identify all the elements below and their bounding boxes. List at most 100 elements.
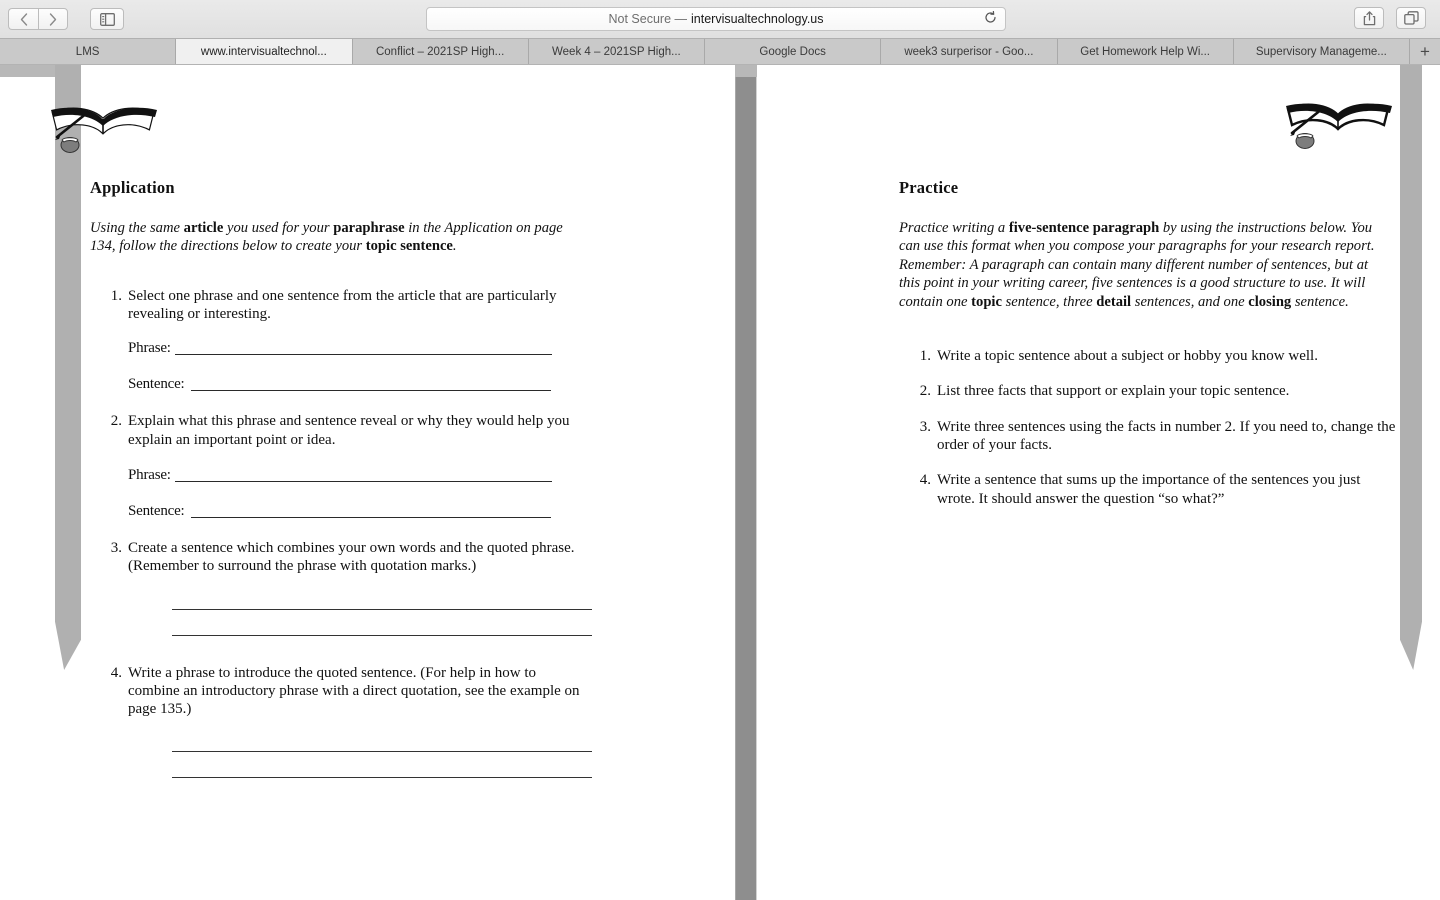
intro-bold-topic-sentence: topic sentence xyxy=(365,238,453,255)
list-item: 3. Create a sentence which combines your… xyxy=(90,539,592,636)
fill-in-rule[interactable] xyxy=(172,777,592,779)
toolbar-right-buttons xyxy=(1354,7,1430,29)
share-icon xyxy=(1363,10,1375,25)
intro-part-5: sentence. xyxy=(1291,293,1349,310)
browser-tab-2[interactable]: Conflict – 2021SP High... xyxy=(352,39,529,64)
open-book-quill-icon xyxy=(1286,103,1392,149)
open-book-quill-icon xyxy=(51,107,157,153)
field-label: Sentence: xyxy=(128,376,185,393)
left-page-heading: Application xyxy=(90,178,175,197)
tab-label: Get Homework Help Wi... xyxy=(1080,45,1210,58)
list-item-number: 4. xyxy=(919,472,931,489)
blank-field-row: Phrase: xyxy=(128,339,590,357)
browser-tab-5[interactable]: week3 surperisor - Goo... xyxy=(881,39,1058,64)
list-item: 2. Explain what this phrase and sentence… xyxy=(90,412,590,520)
left-page-content: Application Using the same article you u… xyxy=(90,178,592,779)
browser-tab-3[interactable]: Week 4 – 2021SP High... xyxy=(528,39,705,64)
left-page-item-list: 1. Select one phrase and one sentence fr… xyxy=(90,287,592,779)
reload-button[interactable] xyxy=(984,10,997,27)
sidebar-icon xyxy=(99,12,115,26)
tab-overview-icon xyxy=(1403,11,1419,25)
list-item: 4. Write a phrase to introduce the quote… xyxy=(90,664,592,779)
intro-part-1: Practice writing a xyxy=(899,220,1009,236)
navigation-buttons xyxy=(8,8,72,30)
chevron-left-icon xyxy=(20,12,27,26)
tab-label: Google Docs xyxy=(759,45,826,58)
list-item: 2. List three facts that support or expl… xyxy=(899,382,1399,400)
intro-part-1: Using the same xyxy=(90,220,184,236)
intro-bold-detail: detail xyxy=(1096,293,1132,310)
sidebar-toggle-button[interactable] xyxy=(90,8,124,30)
browser-tab-7[interactable]: Supervisory Manageme... xyxy=(1233,39,1410,64)
fill-in-rule[interactable] xyxy=(172,608,592,610)
forward-button[interactable] xyxy=(38,8,68,30)
intro-part-2: you used for your xyxy=(223,220,334,236)
field-label: Phrase: xyxy=(128,340,171,357)
list-item-number: 4. xyxy=(110,664,122,681)
browser-tab-1[interactable]: www.intervisualtechnol... xyxy=(176,39,353,64)
tab-label: Supervisory Manageme... xyxy=(1255,45,1387,58)
intro-bold-five-sentence-paragraph: five-sentence paragraph xyxy=(1008,220,1160,236)
address-bar[interactable]: Not Secure — intervisualtechnology.us xyxy=(426,7,1006,31)
fill-in-rule[interactable] xyxy=(174,354,552,356)
list-item-number: 2. xyxy=(919,383,931,400)
url-host-label: intervisualtechnology.us xyxy=(691,12,824,26)
browser-tab-0[interactable]: LMS xyxy=(0,39,177,64)
tab-overview-button[interactable] xyxy=(1396,7,1426,29)
list-item-text: Explain what this phrase and sentence re… xyxy=(128,413,570,448)
list-item-number: 1. xyxy=(110,287,122,304)
list-item-text: Write three sentences using the facts in… xyxy=(937,418,1396,453)
list-item-text: Create a sentence which combines your ow… xyxy=(128,540,575,575)
list-item-text: List three facts that support or explain… xyxy=(937,383,1290,400)
list-item-number: 1. xyxy=(919,348,931,365)
tab-label: www.intervisualtechnol... xyxy=(200,45,327,58)
right-page-content: Practice Practice writing a five-sentenc… xyxy=(899,178,1399,508)
fill-in-rule[interactable] xyxy=(190,517,551,518)
list-item-number: 3. xyxy=(919,418,931,435)
list-item: 1. Select one phrase and one sentence fr… xyxy=(90,287,590,394)
right-page-item-list: 1. Write a topic sentence about a subjec… xyxy=(899,347,1399,508)
document-viewport[interactable]: Application Using the same article you u… xyxy=(0,65,1440,900)
tab-label: week3 surperisor - Goo... xyxy=(904,45,1034,58)
tab-label: LMS xyxy=(75,45,100,58)
plus-icon: + xyxy=(1420,42,1430,61)
right-page-intro: Practice writing a five-sentence paragra… xyxy=(899,219,1385,311)
back-button[interactable] xyxy=(8,8,38,30)
chevron-right-icon xyxy=(49,12,57,26)
browser-toolbar: Not Secure — intervisualtechnology.us xyxy=(0,0,1440,38)
intro-bold-topic: topic xyxy=(971,293,1002,310)
tab-bar: LMS www.intervisualtechnol... Conflict –… xyxy=(0,38,1440,64)
fill-in-rule[interactable] xyxy=(172,751,592,753)
right-page-heading: Practice xyxy=(899,178,959,197)
blank-field-row: Sentence: xyxy=(128,502,590,520)
list-item: 1. Write a topic sentence about a subjec… xyxy=(899,347,1399,365)
fill-in-rule[interactable] xyxy=(172,634,592,636)
fill-in-rule[interactable] xyxy=(190,390,551,392)
browser-chrome: Not Secure — intervisualtechnology.us LM… xyxy=(0,0,1440,65)
list-item-text: Write a topic sentence about a subject o… xyxy=(937,348,1318,365)
intro-part-4: sentences, and one xyxy=(1131,293,1249,310)
browser-tab-6[interactable]: Get Homework Help Wi... xyxy=(1057,39,1234,64)
share-button[interactable] xyxy=(1354,7,1384,29)
left-page-edge-curl xyxy=(55,65,81,670)
tab-label: Week 4 – 2021SP High... xyxy=(552,45,681,58)
list-item: 3. Write three sentences using the facts… xyxy=(899,418,1399,455)
intro-part-4: . xyxy=(452,238,457,255)
browser-tab-4[interactable]: Google Docs xyxy=(705,39,882,64)
list-item-text: Select one phrase and one sentence from … xyxy=(128,287,557,323)
list-item: 4. Write a sentence that sums up the imp… xyxy=(899,471,1399,508)
blank-field-row: Phrase: xyxy=(128,466,590,484)
right-page-edge-curl xyxy=(1400,65,1422,670)
new-tab-button[interactable]: + xyxy=(1410,39,1440,64)
field-label: Sentence: xyxy=(128,503,185,519)
list-item-number: 3. xyxy=(110,540,122,556)
intro-part-3: sentence, three xyxy=(1001,293,1097,310)
address-bar-container: Not Secure — intervisualtechnology.us xyxy=(426,7,1006,31)
not-secure-label: Not Secure — xyxy=(608,12,688,26)
reload-icon xyxy=(985,10,996,23)
list-item-text: Write a sentence that sums up the import… xyxy=(937,472,1361,507)
field-label: Phrase: xyxy=(128,467,171,483)
list-item-text: Write a phrase to introduce the quoted s… xyxy=(128,664,580,718)
intro-bold-article: article xyxy=(183,220,224,236)
fill-in-rule[interactable] xyxy=(174,481,552,482)
